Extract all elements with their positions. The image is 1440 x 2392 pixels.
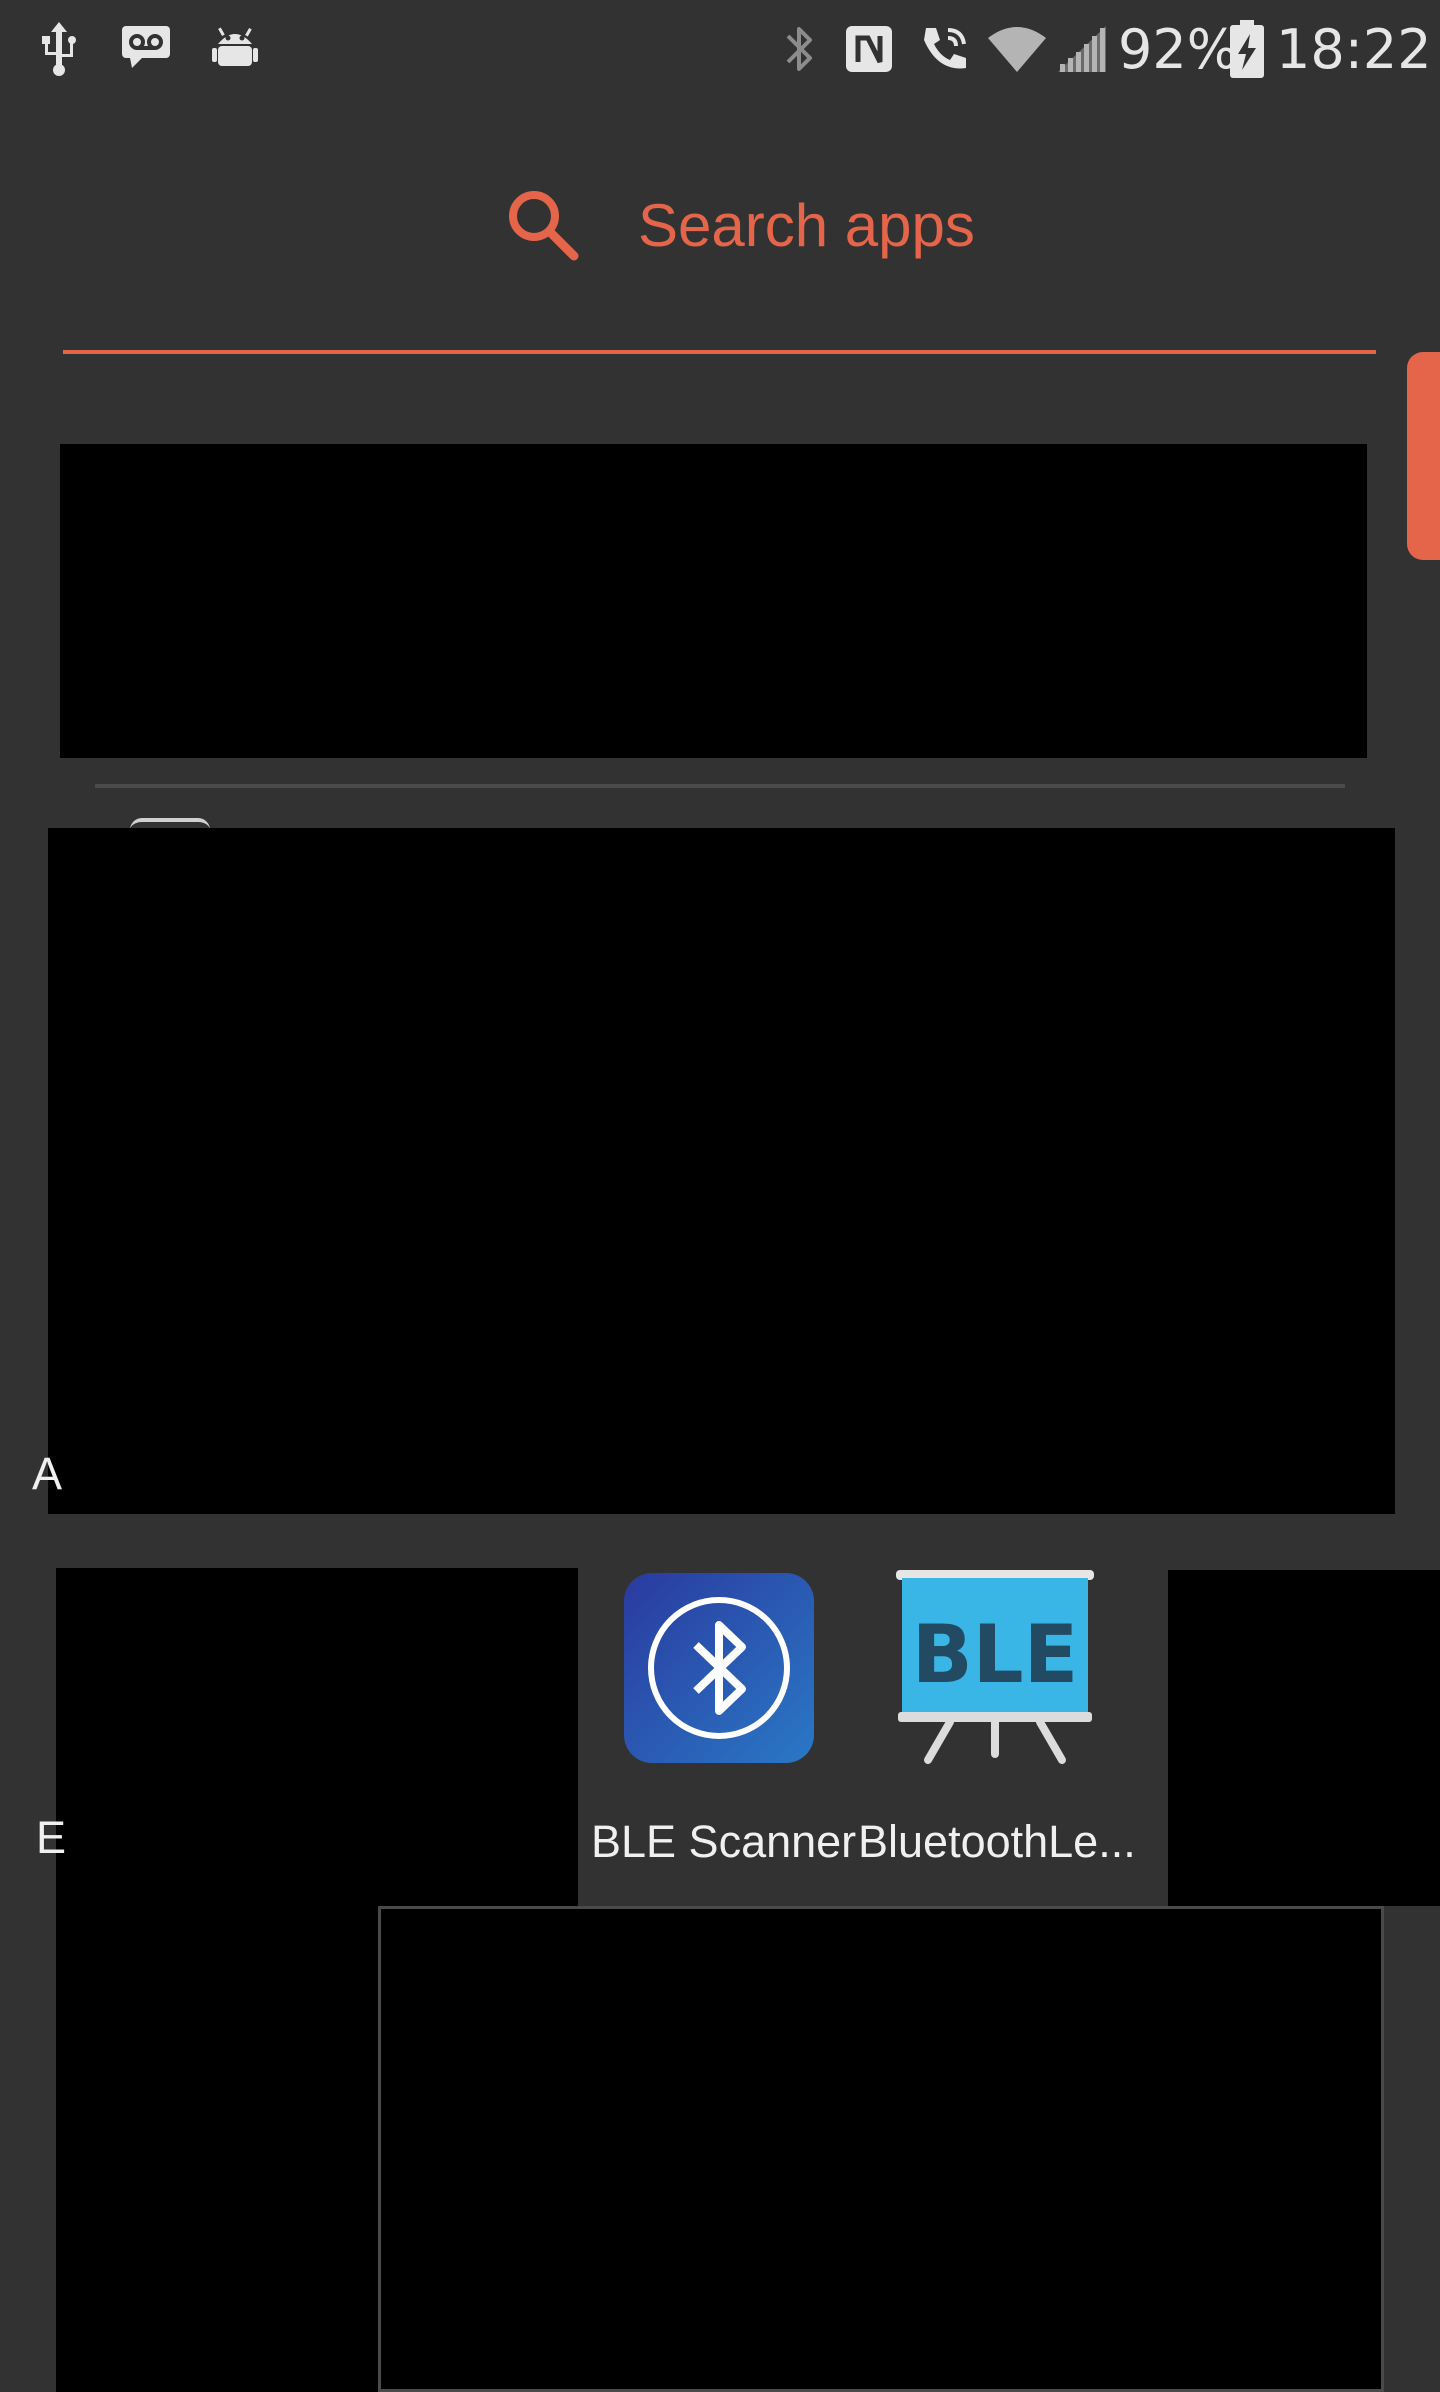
app-label-bluetooth-le: BluetoothLe... [858, 1816, 1136, 1867]
android-debug-icon [212, 27, 258, 66]
redacted-area-top [60, 444, 1367, 758]
ble-scanner-icon [624, 1573, 814, 1763]
clock-time: 18:22 [1276, 18, 1432, 81]
battery-percent: 92% [1118, 18, 1239, 81]
redacted-app-right [1168, 1570, 1440, 1906]
voicemail-icon [122, 26, 170, 68]
bluetooth-icon [786, 27, 812, 71]
wifi-calling-icon [924, 28, 966, 69]
section-letter-a: A [32, 1448, 63, 1499]
svg-text:BLE: BLE [912, 1608, 1079, 1701]
battery-charging-icon [1230, 20, 1264, 78]
nfc-icon [846, 26, 892, 72]
section-divider [95, 784, 1345, 788]
wifi-icon [988, 27, 1046, 72]
signal-icon [1058, 26, 1106, 72]
section-letter-b: E [36, 1812, 67, 1863]
search-input[interactable]: Search apps [638, 186, 975, 266]
bluetooth-le-icon: BLE [896, 1570, 1094, 1764]
redacted-area-bottom [378, 1906, 1384, 2392]
status-bar: 92% 18:22 [0, 0, 1440, 100]
scrollbar-thumb[interactable] [1407, 352, 1440, 560]
app-label-ble-scanner: BLE Scanner [591, 1816, 857, 1867]
redacted-area-middle [48, 828, 1395, 1514]
search-underline [63, 350, 1376, 354]
usb-icon [42, 22, 76, 76]
search-icon [509, 191, 579, 261]
